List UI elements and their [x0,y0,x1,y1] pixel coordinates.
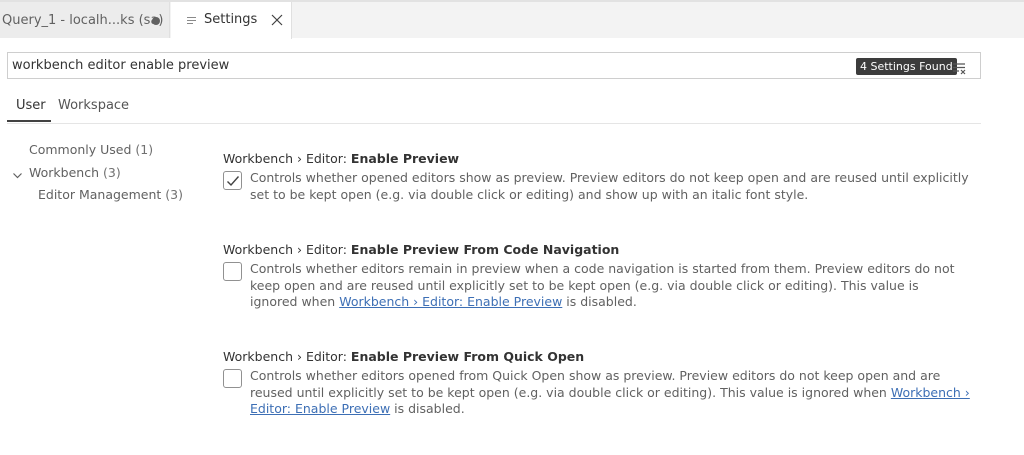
toc-item-commonly-used[interactable]: Commonly Used (1) [29,142,153,157]
toc-item-editor-management[interactable]: Editor Management (3) [38,187,183,202]
setting-title: Workbench › Editor: Enable Preview [223,151,983,166]
tab-settings[interactable]: Settings [171,2,292,39]
tab-query[interactable]: Query_1 - localh...ks (sa) [0,2,170,38]
close-icon[interactable] [271,14,283,26]
setting-link[interactable]: Workbench › Editor: Enable Preview [339,294,562,309]
enable-preview-checkbox[interactable] [223,171,242,190]
setting-title: Workbench › Editor: Enable Preview From … [223,242,983,257]
tab-query-label: Query_1 - localh...ks (sa) [2,12,164,28]
check-icon [227,176,240,187]
clear-filter-icon[interactable] [952,60,968,75]
setting-description: Controls whether editors opened from Qui… [250,368,970,418]
description-text: Controls whether editors opened from Qui… [250,368,941,400]
toc-item-count: (1) [135,142,154,157]
description-text: is disabled. [390,401,465,416]
setting-enable-preview-from-code-navigation: Workbench › Editor: Enable Preview From … [223,242,983,311]
setting-name: Enable Preview From Code Navigation [350,242,620,257]
tab-settings-label: Settings [204,12,258,27]
settings-file-icon [187,17,196,25]
enable-preview-from-quick-open-checkbox[interactable] [223,369,242,388]
toc-item-label: Editor Management [38,187,162,202]
tab-user[interactable]: User [16,98,46,113]
settings-search-box: 4 Settings Found [7,52,981,79]
description-text: is disabled. [562,294,637,309]
editor-tab-bar: Query_1 - localh...ks (sa) Settings [0,0,1024,39]
toc-item-count: (3) [102,165,121,180]
tab-workspace[interactable]: Workspace [58,98,129,113]
setting-title: Workbench › Editor: Enable Preview From … [223,349,983,364]
setting-enable-preview: Workbench › Editor: Enable Preview Contr… [223,151,983,203]
tab-user-active-indicator [7,120,51,122]
setting-category: Workbench › Editor: [223,349,351,364]
setting-category: Workbench › Editor: [223,242,351,257]
toc-item-label: Commonly Used [29,142,132,157]
toc-item-label: Workbench [29,165,99,180]
settings-search-input[interactable] [12,56,832,75]
enable-preview-from-code-navigation-checkbox[interactable] [223,262,242,281]
setting-name: Enable Preview From Quick Open [350,349,585,364]
toc-item-count: (3) [165,187,184,202]
toc-item-workbench[interactable]: Workbench (3) [29,165,121,180]
setting-enable-preview-from-quick-open: Workbench › Editor: Enable Preview From … [223,349,983,418]
setting-description: Controls whether opened editors show as … [250,170,969,202]
chevron-down-icon[interactable] [12,166,23,179]
settings-count-badge: 4 Settings Found [856,58,957,75]
settings-scope-tabs: User Workspace [7,90,981,124]
setting-description: Controls whether editors remain in previ… [250,261,970,311]
setting-category: Workbench › Editor: [223,151,351,166]
unsaved-dot-icon[interactable] [152,17,160,25]
setting-name: Enable Preview [350,151,460,166]
